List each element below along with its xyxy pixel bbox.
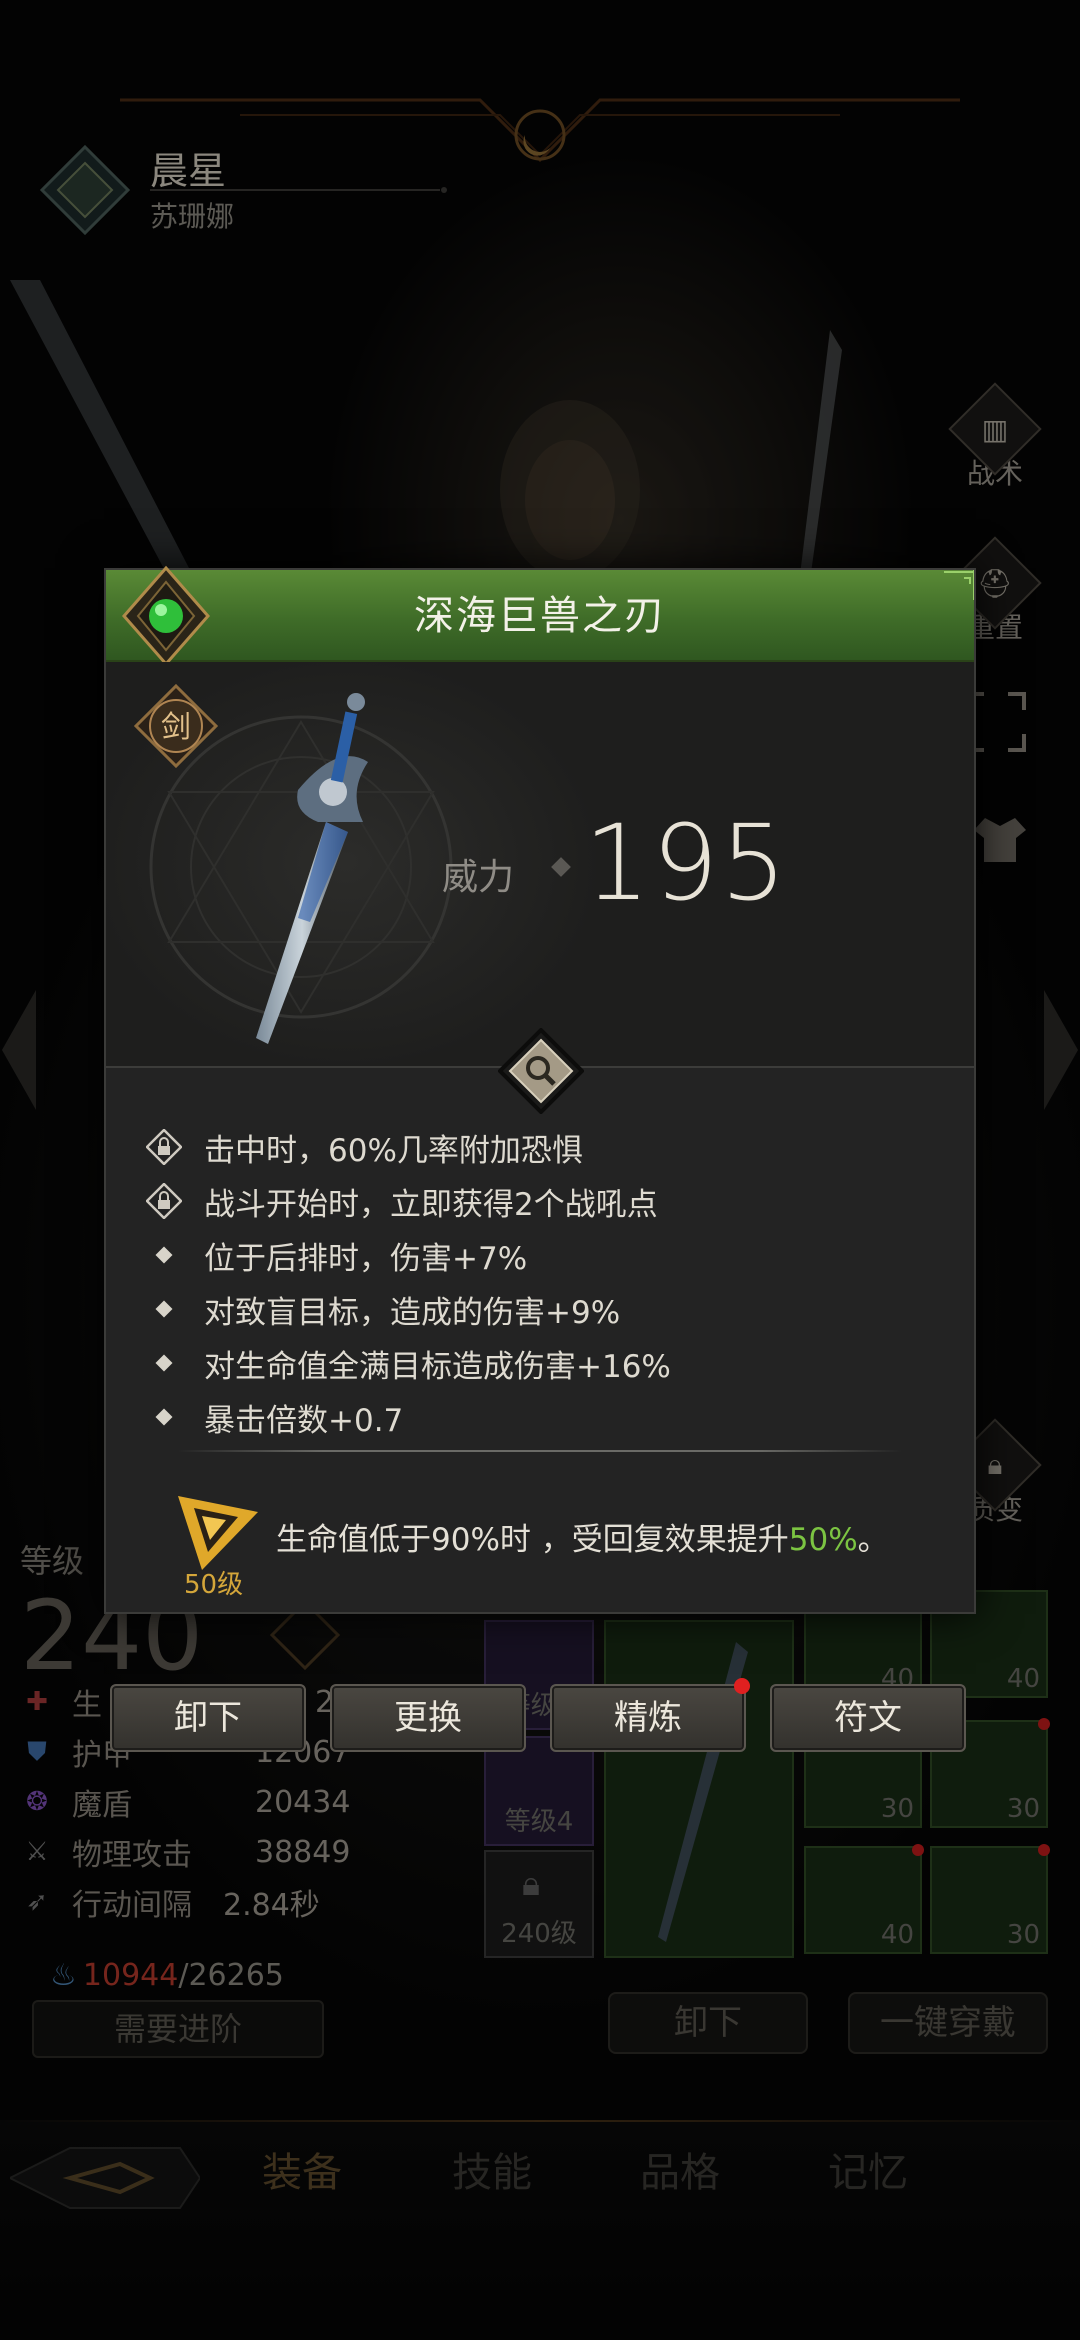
locked-attribute-icon <box>142 1183 186 1219</box>
attribute-row: 位于后排时，伤害+7% <box>142 1228 942 1282</box>
passive-level: 50级 <box>184 1570 244 1600</box>
passive-divider <box>178 1450 902 1452</box>
replace-label: 更换 <box>394 1698 462 1738</box>
magnify-icon[interactable] <box>498 1028 584 1114</box>
attribute-text: 暴击倍数+0.7 <box>204 1402 404 1439</box>
attribute-row: 对致盲目标，造成的伤害+9% <box>142 1282 942 1336</box>
notification-dot <box>734 1678 750 1694</box>
diamond-bullet-icon <box>142 1246 186 1264</box>
attribute-text: 对致盲目标，造成的伤害+9% <box>204 1294 621 1331</box>
attribute-row: 对生命值全满目标造成伤害+16% <box>142 1336 942 1390</box>
passive-highlight-value: 50% <box>788 1522 858 1558</box>
attribute-text: 位于后排时，伤害+7% <box>204 1240 528 1277</box>
refine-button[interactable]: 精炼 <box>550 1678 750 1752</box>
locked-attribute-icon <box>142 1129 186 1165</box>
unequip-label: 卸下 <box>174 1698 242 1738</box>
passive-text-end: 。 <box>857 1522 889 1558</box>
refine-label: 精炼 <box>614 1698 682 1738</box>
item-name: 深海巨兽之刃 <box>414 593 666 639</box>
attribute-row: 击中时，60%几率附加恐惧 <box>142 1120 942 1174</box>
attribute-text: 对生命值全满目标造成伤害+16% <box>204 1348 671 1385</box>
passive-tier-icon <box>178 1496 258 1570</box>
rune-button[interactable]: 符文 <box>770 1684 966 1752</box>
replace-button[interactable]: 更换 <box>330 1684 526 1752</box>
rune-label: 符文 <box>834 1698 902 1738</box>
item-preview-panel: 剑 威力 195 <box>106 662 974 1066</box>
passive-text: 生命值低于90%时 ，受回复效果提升 <box>276 1522 789 1558</box>
attribute-text: 击中时，60%几率附加恐惧 <box>204 1132 583 1169</box>
power-label: 威力 <box>442 857 515 898</box>
weapon-image <box>256 693 368 1044</box>
attribute-list: 击中时，60%几率附加恐惧 战斗开始时，立即获得2个战吼点 位于后排时，伤害+7… <box>142 1120 942 1444</box>
power-value: 195 <box>584 802 789 924</box>
header-corner-ornament <box>944 570 974 600</box>
rarity-gem-icon <box>122 565 210 667</box>
power-separator <box>551 857 571 877</box>
attribute-row: 战斗开始时，立即获得2个战吼点 <box>142 1174 942 1228</box>
passive-effect: 生命值低于90%时 ，受回复效果提升50%。 <box>276 1514 889 1559</box>
unequip-button[interactable]: 卸下 <box>110 1684 306 1752</box>
diamond-bullet-icon <box>142 1300 186 1318</box>
diamond-bullet-icon <box>142 1354 186 1372</box>
attribute-row: 暴击倍数+0.7 <box>142 1390 942 1444</box>
attribute-text: 战斗开始时，立即获得2个战吼点 <box>204 1186 658 1223</box>
item-detail-modal: 深海巨兽之刃 剑 威力 195 击中时，60%几率附加恐惧 战斗开始时，立即获得… <box>104 565 976 1614</box>
diamond-bullet-icon <box>142 1408 186 1426</box>
